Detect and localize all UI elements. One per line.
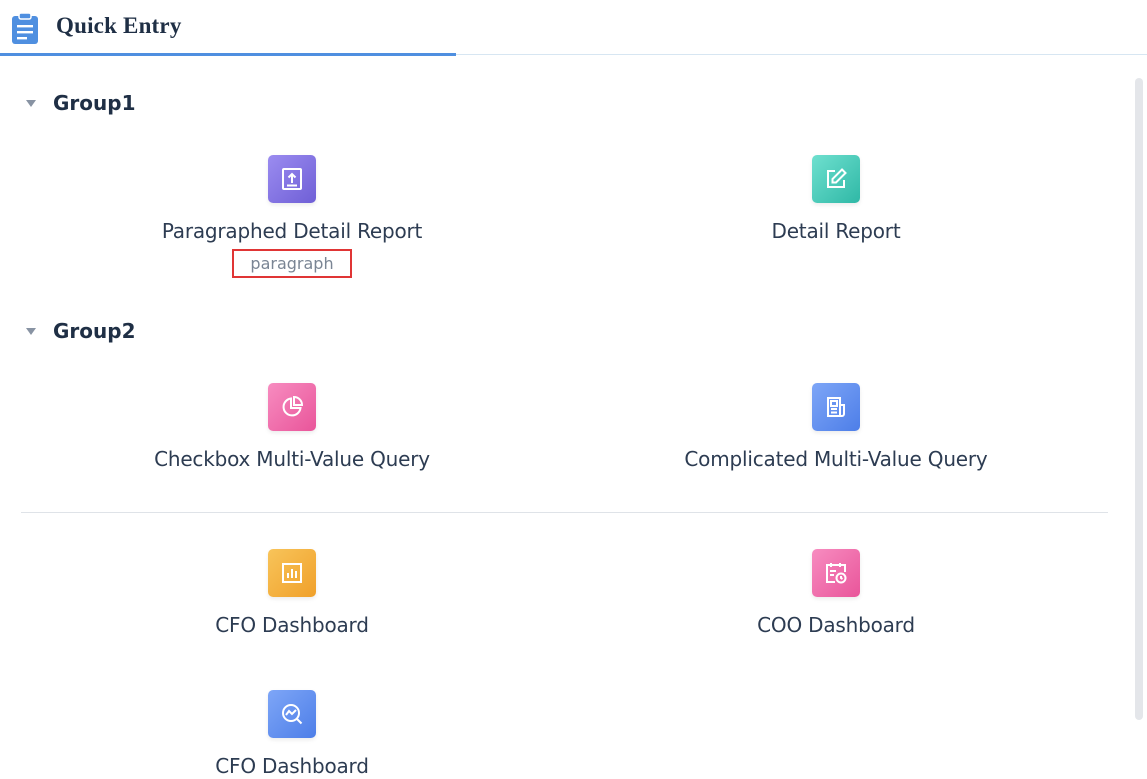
entry-detail-report[interactable]: Detail Report <box>636 155 1036 243</box>
entry-name: Detail Report <box>771 219 901 243</box>
entry-icon-box <box>268 690 316 738</box>
newspaper-icon <box>827 397 845 417</box>
section-divider <box>21 512 1108 513</box>
entry-cfo-dashboard-2[interactable]: CFO Dashboard <box>92 690 492 778</box>
active-tab-underline <box>0 53 456 56</box>
entry-icon-box <box>812 549 860 597</box>
entry-paragraphed-detail-report[interactable]: Paragraphed Detail Report paragraph <box>92 155 492 278</box>
group-label: Group2 <box>53 319 136 343</box>
clipboard-list-icon <box>12 12 38 44</box>
edit-icon <box>827 168 847 188</box>
group-label: Group1 <box>53 91 136 115</box>
panel-header: Quick Entry <box>0 0 1147 56</box>
caret-down-icon <box>26 328 36 335</box>
entry-complicated-multi-value-query[interactable]: Complicated Multi-Value Query <box>636 383 1036 471</box>
entry-icon-box <box>268 549 316 597</box>
bar-chart-icon <box>282 563 302 583</box>
scrollbar[interactable] <box>1135 78 1143 720</box>
page-title: Quick Entry <box>56 13 182 38</box>
entry-name: CFO Dashboard <box>215 754 369 778</box>
pie-chart-icon <box>282 395 304 417</box>
entry-coo-dashboard[interactable]: COO Dashboard <box>636 549 1036 637</box>
entry-icon-box <box>812 383 860 431</box>
entry-cfo-dashboard[interactable]: CFO Dashboard <box>92 549 492 637</box>
entry-icon-box <box>812 155 860 203</box>
calendar-clock-icon <box>826 563 847 584</box>
entry-name: Paragraphed Detail Report <box>161 219 423 243</box>
entry-name: Complicated Multi-Value Query <box>684 447 988 471</box>
group-header-group1[interactable]: Group1 <box>26 91 136 115</box>
upload-icon <box>282 168 302 190</box>
entry-tag: paragraph <box>232 249 352 278</box>
search-trend-icon <box>282 704 303 725</box>
caret-down-icon <box>26 100 36 107</box>
entry-name: CFO Dashboard <box>215 613 369 637</box>
entry-icon-box <box>268 155 316 203</box>
group-header-group2[interactable]: Group2 <box>26 319 136 343</box>
entry-checkbox-multi-value-query[interactable]: Checkbox Multi-Value Query <box>92 383 492 471</box>
entry-icon-box <box>268 383 316 431</box>
entry-name: Checkbox Multi-Value Query <box>154 447 430 471</box>
entry-name: COO Dashboard <box>757 613 915 637</box>
